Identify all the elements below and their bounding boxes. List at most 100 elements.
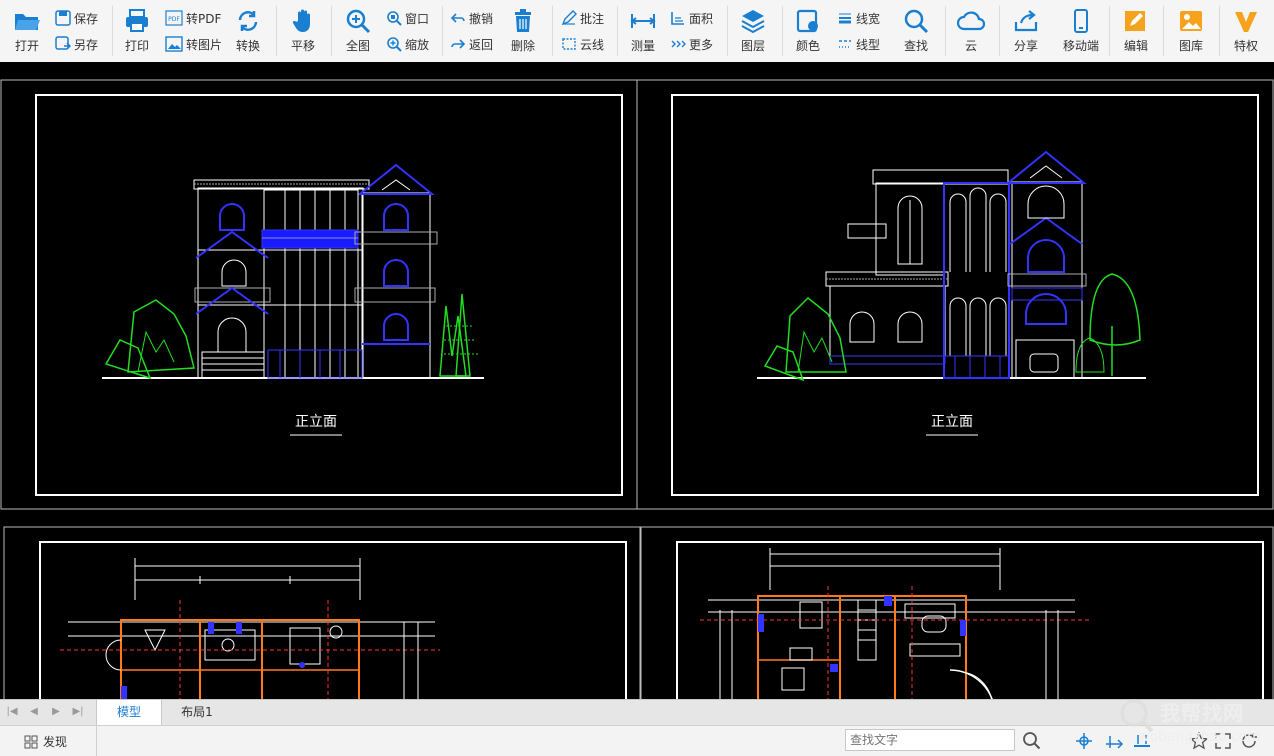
floor-plan-right [700, 548, 1090, 699]
edit-label: 编辑 [1123, 39, 1148, 53]
undo-icon [450, 13, 465, 23]
watermark-text-cn: 我帮找网 [1160, 701, 1244, 725]
privilege-button[interactable]: 特权 [1227, 6, 1265, 56]
to-pdf-button[interactable]: PDF 转PDF [165, 7, 221, 29]
viewport-frame-bottom-right [640, 526, 1274, 699]
vip-v-icon [1235, 12, 1257, 32]
open-label: 打开 [14, 39, 39, 53]
color-label: 颜色 [795, 39, 820, 53]
toolbar-separator [552, 6, 553, 56]
cad-drawing: 正立面 正立面 [0, 79, 1274, 699]
print-label: 打印 [124, 39, 149, 53]
find-button[interactable]: 查找 [897, 6, 935, 56]
search-icon [1023, 732, 1041, 750]
more-icon [671, 40, 686, 48]
window-zoom-button[interactable]: 窗口 [386, 7, 429, 29]
share-icon [1014, 10, 1038, 32]
pan-button[interactable]: 平移 [284, 6, 322, 56]
share-label: 分享 [1013, 39, 1038, 53]
watermark: 我帮找网 wobangzhao.com [1114, 695, 1274, 755]
discover-button[interactable]: 发现 [24, 733, 67, 750]
line-type-label: 线型 [856, 37, 881, 52]
area-button[interactable]: 面积 [670, 7, 713, 29]
line-type-button[interactable]: 线型 [837, 33, 880, 55]
floor-plan-left [60, 558, 440, 699]
more-button[interactable]: 更多 [670, 33, 713, 55]
area-icon [671, 12, 684, 25]
search-icon [904, 9, 929, 34]
cloud-button[interactable]: 云 [952, 6, 990, 56]
print-button[interactable]: 打印 [118, 6, 156, 56]
status-bar: 发现 [0, 725, 1274, 756]
fit-all-label: 全图 [345, 39, 370, 53]
line-type-icon [839, 40, 851, 48]
line-width-button[interactable]: 线宽 [837, 7, 880, 29]
layers-label: 图层 [740, 39, 765, 53]
line-width-label: 线宽 [856, 11, 881, 26]
edit-icon [1125, 11, 1145, 31]
gallery-label: 图库 [1178, 39, 1203, 53]
toolbar-separator [727, 6, 728, 56]
cloud-line-button[interactable]: 云线 [561, 33, 604, 55]
save-as-label: 另存 [74, 37, 99, 52]
discover-label: 发现 [43, 735, 68, 749]
share-button[interactable]: 分享 [1007, 6, 1045, 56]
toolbar-separator [331, 6, 332, 56]
save-as-button[interactable]: 另存 [55, 33, 98, 55]
trash-icon [515, 9, 531, 32]
svg-text:PDF: PDF [168, 16, 180, 23]
tab-model[interactable]: 模型 [96, 700, 162, 725]
to-image-button[interactable]: 转图片 [165, 33, 222, 55]
gallery-icon [1180, 11, 1202, 31]
prev-tab-icon[interactable]: ◀ [28, 706, 40, 718]
color-icon [796, 9, 818, 33]
window-zoom-label: 窗口 [405, 11, 430, 26]
delete-button[interactable]: 删除 [504, 6, 542, 56]
edit-button[interactable]: 编辑 [1117, 6, 1155, 56]
convert-label: 转换 [235, 39, 260, 53]
gallery-button[interactable]: 图库 [1172, 6, 1210, 56]
annotate-label: 批注 [580, 11, 605, 26]
layers-icon [741, 10, 765, 34]
drawing-canvas[interactable]: 正立面 正立面 [0, 62, 1274, 699]
next-tab-icon[interactable]: ▶ [50, 706, 62, 718]
main-toolbar: 打开 保存 另存 打印 PDF 转PDF 转图片 转换 平移 全图 窗口 缩放 … [0, 0, 1274, 63]
back-button[interactable]: 返回 [450, 33, 493, 55]
layout-tab-bar: |◀ ◀ ▶ ▶| 模型 布局1 [0, 699, 1274, 726]
toolbar-separator [276, 6, 277, 56]
zoom-button[interactable]: 缩放 [386, 33, 429, 55]
hand-icon [292, 9, 310, 32]
cloud-label: 云 [964, 39, 977, 53]
return-icon [451, 39, 466, 49]
save-button[interactable]: 保存 [55, 7, 98, 29]
zoom-label: 缩放 [405, 37, 430, 52]
measure-button[interactable]: 测量 [624, 6, 662, 56]
layers-button[interactable]: 图层 [734, 6, 772, 56]
folder-open-icon [15, 14, 40, 30]
tab-layout1[interactable]: 布局1 [162, 700, 232, 725]
undo-label: 撤销 [469, 11, 494, 26]
front-elevation-left [102, 163, 484, 380]
find-text-input[interactable] [845, 729, 1015, 751]
mobile-button[interactable]: 移动端 [1062, 6, 1100, 56]
fit-all-button[interactable]: 全图 [339, 6, 377, 56]
snap-icon[interactable] [1074, 732, 1094, 753]
front-elevation-right [757, 150, 1146, 382]
viewport-frame-top-left [0, 79, 638, 510]
toolbar-separator [617, 6, 618, 56]
convert-button[interactable]: 转换 [229, 6, 267, 56]
image-icon [165, 36, 183, 52]
annotate-button[interactable]: 批注 [561, 7, 604, 29]
pan-label: 平移 [290, 39, 315, 53]
area-label: 面积 [689, 11, 714, 26]
mobile-label: 移动端 [1062, 39, 1099, 53]
color-button[interactable]: 颜色 [789, 6, 827, 56]
find-text-search-button[interactable] [1022, 731, 1052, 751]
measure-icon [630, 14, 656, 28]
undo-button[interactable]: 撤销 [450, 7, 493, 29]
cloud-line-label: 云线 [580, 37, 605, 52]
open-button[interactable]: 打开 [8, 6, 46, 56]
first-tab-icon[interactable]: |◀ [6, 706, 18, 718]
last-tab-icon[interactable]: ▶| [72, 706, 84, 718]
pdf-icon: PDF [165, 10, 183, 26]
